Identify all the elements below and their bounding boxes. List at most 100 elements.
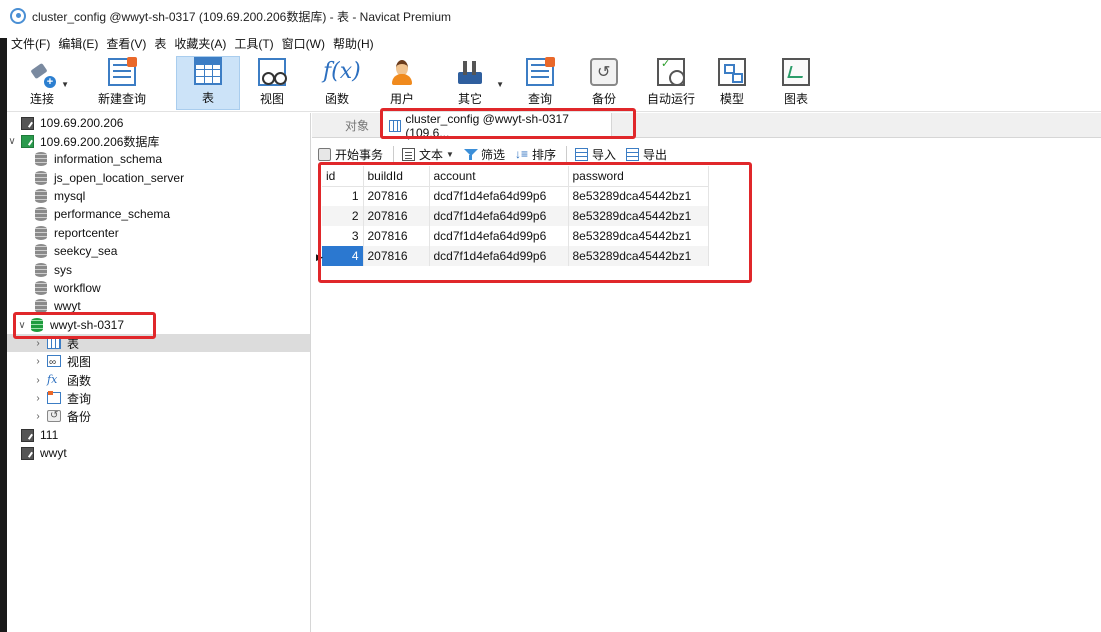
node-label: 函数 (67, 373, 92, 388)
column-header[interactable]: buildId (363, 166, 430, 187)
query-button[interactable]: 查询 (515, 56, 565, 110)
tab-bar: 对象 cluster_config @wwyt-sh-0317 (109.6..… (312, 112, 1101, 140)
auto-run-button[interactable]: 自动运行 (641, 56, 701, 110)
table-row[interactable]: 2 207816 dcd7f1d4efa64d99p6 8e53289dca45… (322, 206, 709, 226)
sort-button[interactable]: ↓≡ 排序 (515, 146, 556, 163)
tree-database[interactable]: seekcy_sea (35, 242, 117, 260)
tree-database[interactable]: information_schema (35, 150, 162, 168)
chevron-down-icon[interactable]: ∨ (17, 320, 27, 331)
cell[interactable]: 207816 (363, 206, 430, 226)
cell-selected[interactable]: 4 (322, 246, 364, 266)
column-header[interactable]: account (429, 166, 569, 187)
tree-connection[interactable]: 109.69.200.206 (21, 114, 123, 132)
menu-bar: 文件(F) 编辑(E) 查看(V) 表 收藏夹(A) 工具(T) 窗口(W) 帮… (7, 33, 378, 53)
transaction-icon (318, 147, 331, 161)
tree-database[interactable]: js_open_location_server (35, 169, 184, 187)
cell[interactable]: 3 (322, 226, 364, 246)
connect-button[interactable]: 连接 ▼ (19, 56, 69, 110)
tree-tables-node[interactable]: › 表 (7, 334, 310, 352)
model-button[interactable]: 模型 (707, 56, 757, 110)
tree-database-open[interactable]: ∨ wwyt-sh-0317 (17, 316, 124, 334)
filter-button[interactable]: 筛选 (463, 146, 505, 163)
cell[interactable]: 207816 (363, 186, 430, 206)
other-button[interactable]: 其它 ▼ (445, 56, 504, 110)
cell[interactable]: dcd7f1d4efa64d99p6 (429, 206, 569, 226)
node-label: 查询 (67, 391, 92, 406)
tree-connection[interactable]: ∨ 109.69.200.206数据库 (7, 132, 159, 150)
database-label: seekcy_sea (54, 244, 118, 258)
menu-file[interactable]: 文件(F) (7, 35, 54, 52)
backup-button[interactable]: 备份 (579, 56, 629, 110)
data-grid: id buildId account password 1 207816 dcd… (322, 166, 709, 266)
query-icon (47, 391, 61, 404)
column-header[interactable]: password (568, 166, 709, 187)
chart-button[interactable]: 图表 (771, 56, 821, 110)
function-button[interactable]: f(x) 函数 (312, 56, 362, 110)
table-icon (47, 337, 61, 349)
tree-database[interactable]: reportcenter (35, 224, 119, 242)
tree-database[interactable]: wwyt (35, 297, 81, 315)
cell[interactable]: dcd7f1d4efa64d99p6 (429, 186, 569, 206)
menu-table[interactable]: 表 (150, 35, 170, 52)
chevron-down-icon[interactable]: ▼ (446, 150, 454, 159)
tree-queries-node[interactable]: › 查询 (33, 389, 91, 407)
export-button[interactable]: 导出 (626, 146, 667, 163)
data-toolbar: 开始事务 文本 ▼ 筛选 ↓≡ 排序 导入 导出 (312, 143, 1101, 165)
cell[interactable]: 8e53289dca45442bz1 (568, 226, 709, 246)
database-icon (31, 318, 43, 332)
text-button[interactable]: 文本 ▼ (402, 146, 454, 163)
table-row[interactable]: 3 207816 dcd7f1d4efa64d99p6 8e53289dca45… (322, 226, 709, 246)
cell[interactable]: dcd7f1d4efa64d99p6 (429, 226, 569, 246)
new-query-button[interactable]: 新建查询 (87, 56, 157, 110)
table-row-selected[interactable]: 4 207816 dcd7f1d4efa64d99p6 8e53289dca45… (322, 246, 709, 266)
cell[interactable]: 207816 (363, 246, 430, 266)
begin-transaction-button[interactable]: 开始事务 (318, 146, 383, 163)
chevron-right-icon[interactable]: › (33, 338, 43, 349)
cell[interactable]: 2 (322, 206, 364, 226)
tree-database[interactable]: workflow (35, 279, 101, 297)
node-label: 表 (67, 336, 80, 351)
menu-view[interactable]: 查看(V) (102, 35, 150, 52)
cell[interactable]: 8e53289dca45442bz1 (568, 186, 709, 206)
chevron-down-icon[interactable]: ▼ (496, 80, 504, 89)
chevron-down-icon[interactable]: ∨ (7, 136, 17, 147)
server-icon (21, 116, 34, 130)
chevron-right-icon[interactable]: › (33, 411, 43, 422)
table-row[interactable]: 1 207816 dcd7f1d4efa64d99p6 8e53289dca45… (322, 186, 709, 206)
user-button[interactable]: 用户 (377, 56, 427, 110)
table-button[interactable]: 表 (176, 56, 240, 110)
sort-label: 排序 (531, 147, 556, 162)
tree-database[interactable]: performance_schema (35, 205, 170, 223)
chevron-right-icon[interactable]: › (33, 393, 43, 404)
cell[interactable]: 8e53289dca45442bz1 (568, 206, 709, 226)
cell[interactable]: 1 (322, 186, 364, 206)
backup-label: 备份 (591, 92, 616, 106)
menu-help[interactable]: 帮助(H) (329, 35, 378, 52)
import-button[interactable]: 导入 (574, 146, 616, 163)
chevron-right-icon[interactable]: › (33, 375, 43, 386)
tree-functions-node[interactable]: › fx 函数 (33, 371, 91, 389)
cell[interactable]: dcd7f1d4efa64d99p6 (429, 246, 569, 266)
model-icon (718, 58, 746, 86)
tree-database[interactable]: mysql (35, 187, 85, 205)
function-label: 函数 (324, 92, 349, 106)
chevron-right-icon[interactable]: › (33, 356, 43, 367)
tab-cluster-config[interactable]: cluster_config @wwyt-sh-0317 (109.6... (380, 112, 612, 140)
tree-connection[interactable]: 111 (21, 426, 58, 444)
menu-tools[interactable]: 工具(T) (230, 35, 277, 52)
menu-edit[interactable]: 编辑(E) (54, 35, 102, 52)
tree-views-node[interactable]: › 视图 (33, 352, 91, 370)
menu-window[interactable]: 窗口(W) (278, 35, 329, 52)
filter-icon (463, 148, 478, 161)
database-label: wwyt-sh-0317 (50, 318, 125, 332)
tree-database[interactable]: sys (35, 261, 72, 279)
database-label: workflow (54, 281, 101, 295)
chevron-down-icon[interactable]: ▼ (61, 80, 69, 89)
cell[interactable]: 8e53289dca45442bz1 (568, 246, 709, 266)
tree-connection[interactable]: wwyt (21, 444, 67, 462)
tree-backups-node[interactable]: › 备份 (33, 407, 91, 425)
menu-favorites[interactable]: 收藏夹(A) (170, 35, 230, 52)
view-button[interactable]: 视图 (247, 56, 297, 110)
cell[interactable]: 207816 (363, 226, 430, 246)
column-header[interactable]: id (322, 166, 364, 187)
